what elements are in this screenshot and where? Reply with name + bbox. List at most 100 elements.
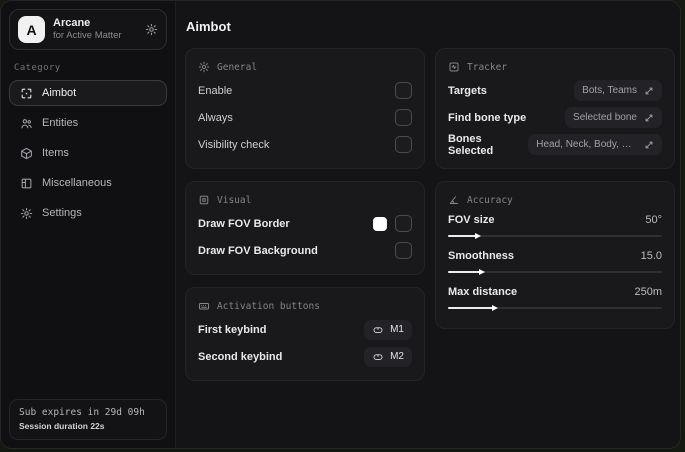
- select-value: Bots, Teams: [582, 85, 637, 96]
- setting-label: Smoothness: [448, 250, 515, 262]
- setting-row-second-keybind: Second keybind M2: [198, 343, 412, 370]
- setting-label: Bones Selected: [448, 132, 494, 157]
- fov-border-color-swatch[interactable]: [373, 216, 387, 231]
- crosshair-icon: [20, 87, 33, 100]
- setting-label: Visibility check: [198, 138, 270, 151]
- mouse-icon: [372, 324, 384, 336]
- expand-icon: [644, 86, 654, 96]
- angle-icon: [448, 194, 460, 206]
- page-title: Aimbot: [186, 19, 231, 34]
- always-checkbox[interactable]: [395, 109, 412, 126]
- setting-label: FOV size: [448, 214, 495, 226]
- general-card: General Enable Always Visibility check: [185, 48, 425, 169]
- sidebar-item-label: Settings: [42, 207, 82, 219]
- setting-label: Targets: [448, 84, 487, 97]
- visual-card-header: Visual: [198, 191, 412, 210]
- sidebar-item-items[interactable]: Items: [9, 140, 167, 166]
- subscription-info: Sub expires in 29d 09h Session duration …: [9, 399, 167, 440]
- brand-name: Arcane: [53, 16, 91, 29]
- slider-block-smoothness: Smoothness 15.0: [448, 246, 662, 282]
- select-value: Selected bone: [573, 112, 637, 123]
- brand-card: A Arcane for Active Matter: [9, 9, 167, 50]
- app-window: A Arcane for Active Matter Category Aimb…: [0, 0, 681, 449]
- setting-row-visibility-check: Visibility check: [198, 131, 412, 158]
- setting-row-always: Always: [198, 104, 412, 131]
- slider-block-max-distance: Max distance 250m: [448, 282, 662, 318]
- expand-icon: [644, 113, 654, 123]
- sidebar-item-entities[interactable]: Entities: [9, 110, 167, 136]
- targets-select[interactable]: Bots, Teams: [574, 80, 662, 101]
- left-column: General Enable Always Visibility check V…: [185, 48, 425, 381]
- card-title: General: [217, 61, 258, 73]
- draw-fov-border-checkbox[interactable]: [395, 215, 412, 232]
- brand-logo: A: [18, 16, 45, 43]
- keybind-value: M1: [390, 324, 404, 335]
- setting-row-bones-selected: Bones Selected Head, Neck, Body, Pe..: [448, 131, 662, 158]
- second-keybind-button[interactable]: M2: [364, 346, 412, 367]
- layout-icon: [20, 177, 33, 190]
- gear-icon[interactable]: [145, 23, 158, 36]
- setting-row-find-bone-type: Find bone type Selected bone: [448, 104, 662, 131]
- bones-selected-select[interactable]: Head, Neck, Body, Pe..: [528, 134, 662, 155]
- setting-label: Max distance: [448, 286, 518, 298]
- category-label: Category: [14, 63, 61, 73]
- main-content: Aimbot General Enable Always Visibility …: [176, 1, 680, 448]
- fov-size-slider[interactable]: [448, 233, 662, 239]
- tracker-card: Tracker Targets Bots, Teams Find bone ty…: [435, 48, 675, 169]
- sub-expiry-text: Sub expires in 29d 09h: [19, 407, 145, 418]
- visibility-check-checkbox[interactable]: [395, 136, 412, 153]
- sidebar-item-label: Items: [42, 147, 69, 159]
- gear-icon: [20, 207, 33, 220]
- session-duration-text: Session duration 22s: [19, 421, 105, 432]
- sidebar-item-label: Aimbot: [42, 87, 77, 99]
- card-title: Activation buttons: [217, 300, 320, 312]
- setting-label: Enable: [198, 84, 233, 97]
- keybind-value: M2: [390, 351, 404, 362]
- enable-checkbox[interactable]: [395, 82, 412, 99]
- setting-row-draw-fov-border: Draw FOV Border: [198, 210, 412, 237]
- cube-icon: [20, 147, 33, 160]
- right-column: Tracker Targets Bots, Teams Find bone ty…: [435, 48, 675, 329]
- sidebar-item-label: Entities: [42, 117, 79, 129]
- brand-subtitle: for Active Matter: [53, 30, 122, 42]
- users-icon: [20, 117, 33, 130]
- card-title: Visual: [217, 194, 252, 206]
- general-card-header: General: [198, 58, 412, 77]
- slider-value: 15.0: [640, 250, 662, 262]
- setting-label: Draw FOV Background: [198, 244, 318, 257]
- card-title: Accuracy: [467, 194, 513, 206]
- find-bone-type-select[interactable]: Selected bone: [565, 107, 662, 128]
- setting-row-targets: Targets Bots, Teams: [448, 77, 662, 104]
- slider-thumb[interactable]: [474, 233, 481, 239]
- setting-row-draw-fov-background: Draw FOV Background: [198, 237, 412, 264]
- setting-label: Find bone type: [448, 111, 527, 124]
- select-value: Head, Neck, Body, Pe..: [536, 139, 637, 150]
- expand-icon: [644, 140, 654, 150]
- sidebar-item-aimbot[interactable]: Aimbot: [9, 80, 167, 106]
- sidebar: A Arcane for Active Matter Category Aimb…: [1, 1, 176, 448]
- sidebar-item-miscellaneous[interactable]: Miscellaneous: [9, 170, 167, 196]
- first-keybind-button[interactable]: M1: [364, 319, 412, 340]
- keyboard-icon: [198, 300, 210, 312]
- setting-row-first-keybind: First keybind M1: [198, 316, 412, 343]
- setting-label: Draw FOV Border: [198, 217, 290, 230]
- setting-label: Second keybind: [198, 350, 283, 363]
- brand-text: Arcane for Active Matter: [53, 17, 122, 43]
- card-title: Tracker: [467, 61, 508, 73]
- setting-label: First keybind: [198, 323, 267, 336]
- draw-fov-background-checkbox[interactable]: [395, 242, 412, 259]
- smoothness-slider[interactable]: [448, 269, 662, 275]
- frame-icon: [198, 194, 210, 206]
- max-distance-slider[interactable]: [448, 305, 662, 311]
- tracker-card-header: Tracker: [448, 58, 662, 77]
- activation-card-header: Activation buttons: [198, 297, 412, 316]
- sidebar-item-label: Miscellaneous: [42, 177, 112, 189]
- slider-block-fov-size: FOV size 50°: [448, 210, 662, 246]
- sidebar-item-settings[interactable]: Settings: [9, 200, 167, 226]
- accuracy-card: Accuracy FOV size 50° Smoothness 15.0 Ma…: [435, 181, 675, 329]
- slider-thumb[interactable]: [491, 305, 498, 311]
- slider-value: 250m: [634, 286, 662, 298]
- accuracy-card-header: Accuracy: [448, 191, 662, 210]
- visual-card: Visual Draw FOV Border Draw FOV Backgrou…: [185, 181, 425, 275]
- slider-thumb[interactable]: [479, 269, 486, 275]
